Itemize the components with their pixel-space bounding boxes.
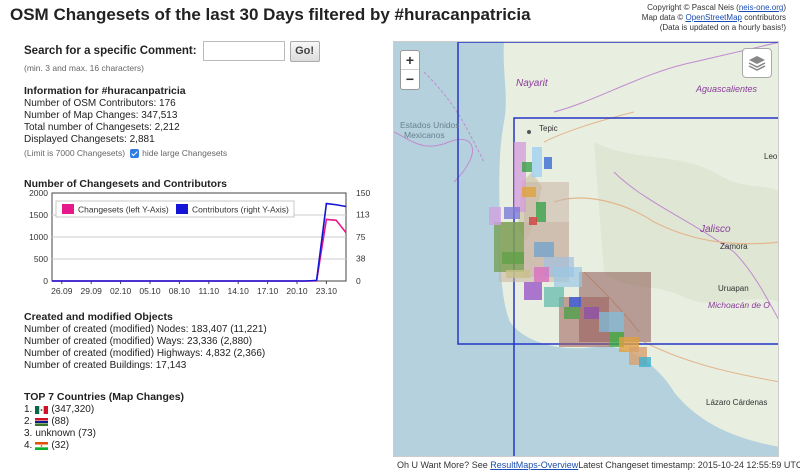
displayed-changesets-count: Displayed Changesets: 2,881 bbox=[24, 134, 155, 145]
resultmaps-overview-link[interactable]: ResultMaps-Overview bbox=[490, 460, 578, 470]
search-input[interactable] bbox=[202, 41, 285, 61]
country-rank: 1. bbox=[24, 404, 33, 415]
country-rank: 3. bbox=[24, 428, 33, 439]
gambia-flag-icon bbox=[35, 418, 49, 426]
xtick-label: 08.10 bbox=[169, 286, 191, 296]
xtick-label: 23.10 bbox=[316, 286, 338, 296]
map-label-leo: Leo bbox=[764, 152, 778, 161]
zoom-in-button[interactable]: + bbox=[401, 51, 419, 70]
xtick-label: 05.10 bbox=[139, 286, 161, 296]
country-value: unknown (73) bbox=[35, 428, 96, 439]
map-changes-count: Number of Map Changes: 347,513 bbox=[24, 110, 178, 121]
country-value: (88) bbox=[51, 416, 70, 427]
map-label-michoacan: Michoacán de O bbox=[708, 300, 770, 310]
go-button[interactable]: Go! bbox=[289, 40, 320, 62]
created-section: Created and modified Objects Number of c… bbox=[24, 311, 267, 372]
layers-button[interactable] bbox=[742, 48, 772, 78]
credits-paren: ) bbox=[783, 3, 786, 12]
search-hint: (min. 3 and max. 16 characters) bbox=[24, 63, 144, 73]
page-title: OSM Changesets of the last 30 Days filte… bbox=[10, 5, 531, 24]
map-label-zamora: Zamora bbox=[720, 242, 748, 251]
right-ytick-label: 38 bbox=[356, 254, 366, 264]
country-value: (347,320) bbox=[51, 404, 95, 415]
search-label: Search for a specific Comment: bbox=[24, 45, 197, 57]
right-ytick-label: 113 bbox=[356, 210, 370, 220]
xtick-label: 29.09 bbox=[81, 286, 103, 296]
mexico-flag-icon bbox=[35, 406, 49, 414]
legend-swatch bbox=[62, 204, 74, 214]
created-ways: Number of created (modified) Ways: 23,33… bbox=[24, 336, 253, 347]
created-heading: Created and modified Objects bbox=[24, 311, 173, 323]
xtick-label: 02.10 bbox=[110, 286, 132, 296]
footer-prefix: Oh U Want More? See bbox=[397, 460, 491, 470]
limit-note: (Limit is 7000 Changesets) bbox=[24, 148, 126, 158]
countries-heading: TOP 7 Countries (Map Changes) bbox=[24, 391, 185, 403]
credits-contributors: contributors bbox=[741, 13, 786, 22]
left-ytick-label: 500 bbox=[34, 254, 48, 264]
openstreetmap-link[interactable]: OpenStreetMap bbox=[685, 13, 741, 22]
credits-copyright: Copyright © Pascal Neis ( bbox=[647, 3, 739, 12]
map-label-estados-unidos: Estados Unidos bbox=[400, 120, 460, 130]
map-label-uruapan: Uruapan bbox=[718, 284, 749, 293]
country-rank: 2. bbox=[24, 416, 33, 427]
map-label-jalisco: Jalisco bbox=[700, 224, 731, 235]
credits: Copyright © Pascal Neis (neis-one.org) M… bbox=[642, 3, 786, 33]
left-ytick-label: 2000 bbox=[29, 189, 48, 198]
country-item: 2. (88) bbox=[24, 416, 184, 428]
xtick-label: 26.09 bbox=[51, 286, 73, 296]
credits-mapdata: Map data © bbox=[641, 13, 686, 22]
zoom-control: + − bbox=[400, 50, 420, 90]
map-label-lazaro-cardenas: Lázaro Cárdenas bbox=[706, 398, 768, 407]
created-buildings: Number of created Buildings: 17,143 bbox=[24, 360, 187, 371]
countries-section: TOP 7 Countries (Map Changes) 1. (347,32… bbox=[24, 391, 184, 452]
changeset-map[interactable]: + − Nayarit Estados Unidos Mexicanos Agu… bbox=[393, 41, 779, 457]
info-section: Information for #huracanpatricia Number … bbox=[24, 85, 227, 159]
neis-one-link[interactable]: neis-one.org bbox=[739, 3, 783, 12]
map-label-tepic: Tepic bbox=[539, 124, 558, 133]
created-highways: Number of created (modified) Highways: 4… bbox=[24, 348, 266, 359]
country-item: 3. unknown (73) bbox=[24, 428, 184, 440]
xtick-label: 17.10 bbox=[257, 286, 279, 296]
xtick-label: 14.10 bbox=[228, 286, 250, 296]
map-label-aguascalientes: Aguascalientes bbox=[696, 84, 758, 94]
country-value: (32) bbox=[51, 440, 70, 451]
right-ytick-label: 75 bbox=[356, 232, 366, 242]
search-form: Search for a specific Comment: Go! bbox=[24, 40, 320, 62]
layers-icon bbox=[748, 56, 766, 71]
created-nodes: Number of created (modified) Nodes: 183,… bbox=[24, 324, 267, 335]
legend-label: Contributors (right Y-Axis) bbox=[192, 205, 289, 215]
total-changesets-count: Total number of Changesets: 2,212 bbox=[24, 122, 180, 133]
map-label-nayarit: Nayarit bbox=[516, 78, 548, 89]
niger-flag-icon bbox=[35, 442, 49, 450]
country-item: 1. (347,320) bbox=[24, 404, 184, 416]
xtick-label: 20.10 bbox=[286, 286, 308, 296]
info-heading: Information for #huracanpatricia bbox=[24, 85, 186, 97]
changeset-timestamp: Latest Changeset timestamp: 2015-10-24 1… bbox=[578, 460, 800, 470]
legend-label: Changesets (left Y-Axis) bbox=[78, 205, 169, 215]
left-ytick-label: 0 bbox=[43, 276, 48, 286]
update-note: (Data is updated on a hourly basis!) bbox=[659, 23, 786, 32]
left-ytick-label: 1500 bbox=[29, 210, 48, 220]
city-marker bbox=[527, 130, 531, 134]
hide-large-label[interactable]: hide large Changesets bbox=[142, 147, 227, 159]
footer: Oh U Want More? See ResultMaps-OverviewL… bbox=[397, 460, 800, 470]
right-ytick-label: 0 bbox=[356, 276, 361, 286]
legend-swatch bbox=[176, 204, 188, 214]
xtick-label: 11.10 bbox=[198, 286, 219, 296]
zoom-out-button[interactable]: − bbox=[401, 70, 419, 89]
changesets-contributors-chart: 0 500 1000 1500 2000 0 38 75 113 150 26.09 29.09 02.… bbox=[29, 189, 370, 296]
right-ytick-label: 150 bbox=[356, 189, 370, 198]
map-label-mexicanos: Mexicanos bbox=[404, 130, 445, 140]
hide-large-checkbox[interactable] bbox=[130, 148, 140, 158]
contributors-count: Number of OSM Contributors: 176 bbox=[24, 98, 176, 109]
left-ytick-label: 1000 bbox=[29, 232, 48, 242]
country-item: 4. (32) bbox=[24, 440, 184, 452]
country-rank: 4. bbox=[24, 440, 33, 451]
